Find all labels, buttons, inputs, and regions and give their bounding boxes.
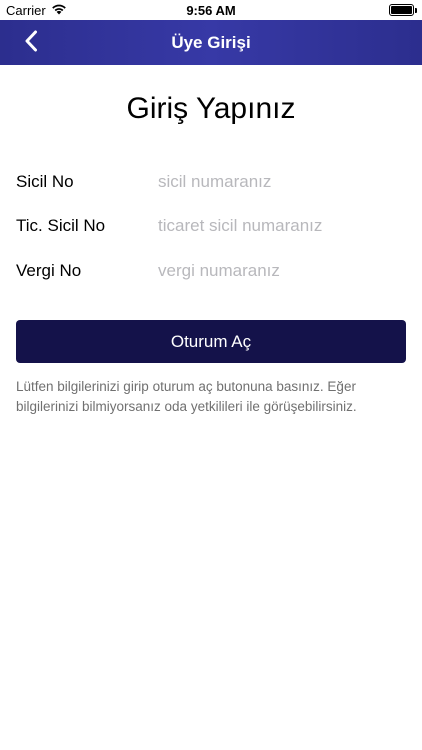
chevron-left-icon (24, 30, 38, 57)
back-button[interactable] (18, 30, 44, 56)
navigation-bar: Üye Girişi (0, 20, 422, 65)
vergi-no-row: Vergi No (16, 256, 406, 286)
status-time: 9:56 AM (186, 3, 236, 18)
ticaret-sicil-no-label: Tic. Sicil No (16, 216, 106, 235)
info-text: Lütfen bilgilerinizi girip oturum aç but… (16, 379, 357, 414)
ticaret-sicil-no-row: Tic. Sicil No (16, 211, 406, 241)
vergi-no-input[interactable] (158, 257, 406, 285)
page-title: Giriş Yapınız (126, 92, 296, 125)
sicil-no-label: Sicil No (16, 172, 74, 191)
vergi-no-label: Vergi No (16, 261, 82, 280)
battery-icon (389, 4, 417, 16)
login-button[interactable]: Oturum Aç (16, 320, 406, 363)
nav-title: Üye Girişi (171, 32, 251, 52)
sicil-no-input[interactable] (158, 168, 406, 196)
ticaret-sicil-no-input[interactable] (158, 212, 406, 240)
sicil-no-row: Sicil No (16, 167, 406, 197)
status-bar: Carrier 9:56 AM (0, 0, 422, 20)
